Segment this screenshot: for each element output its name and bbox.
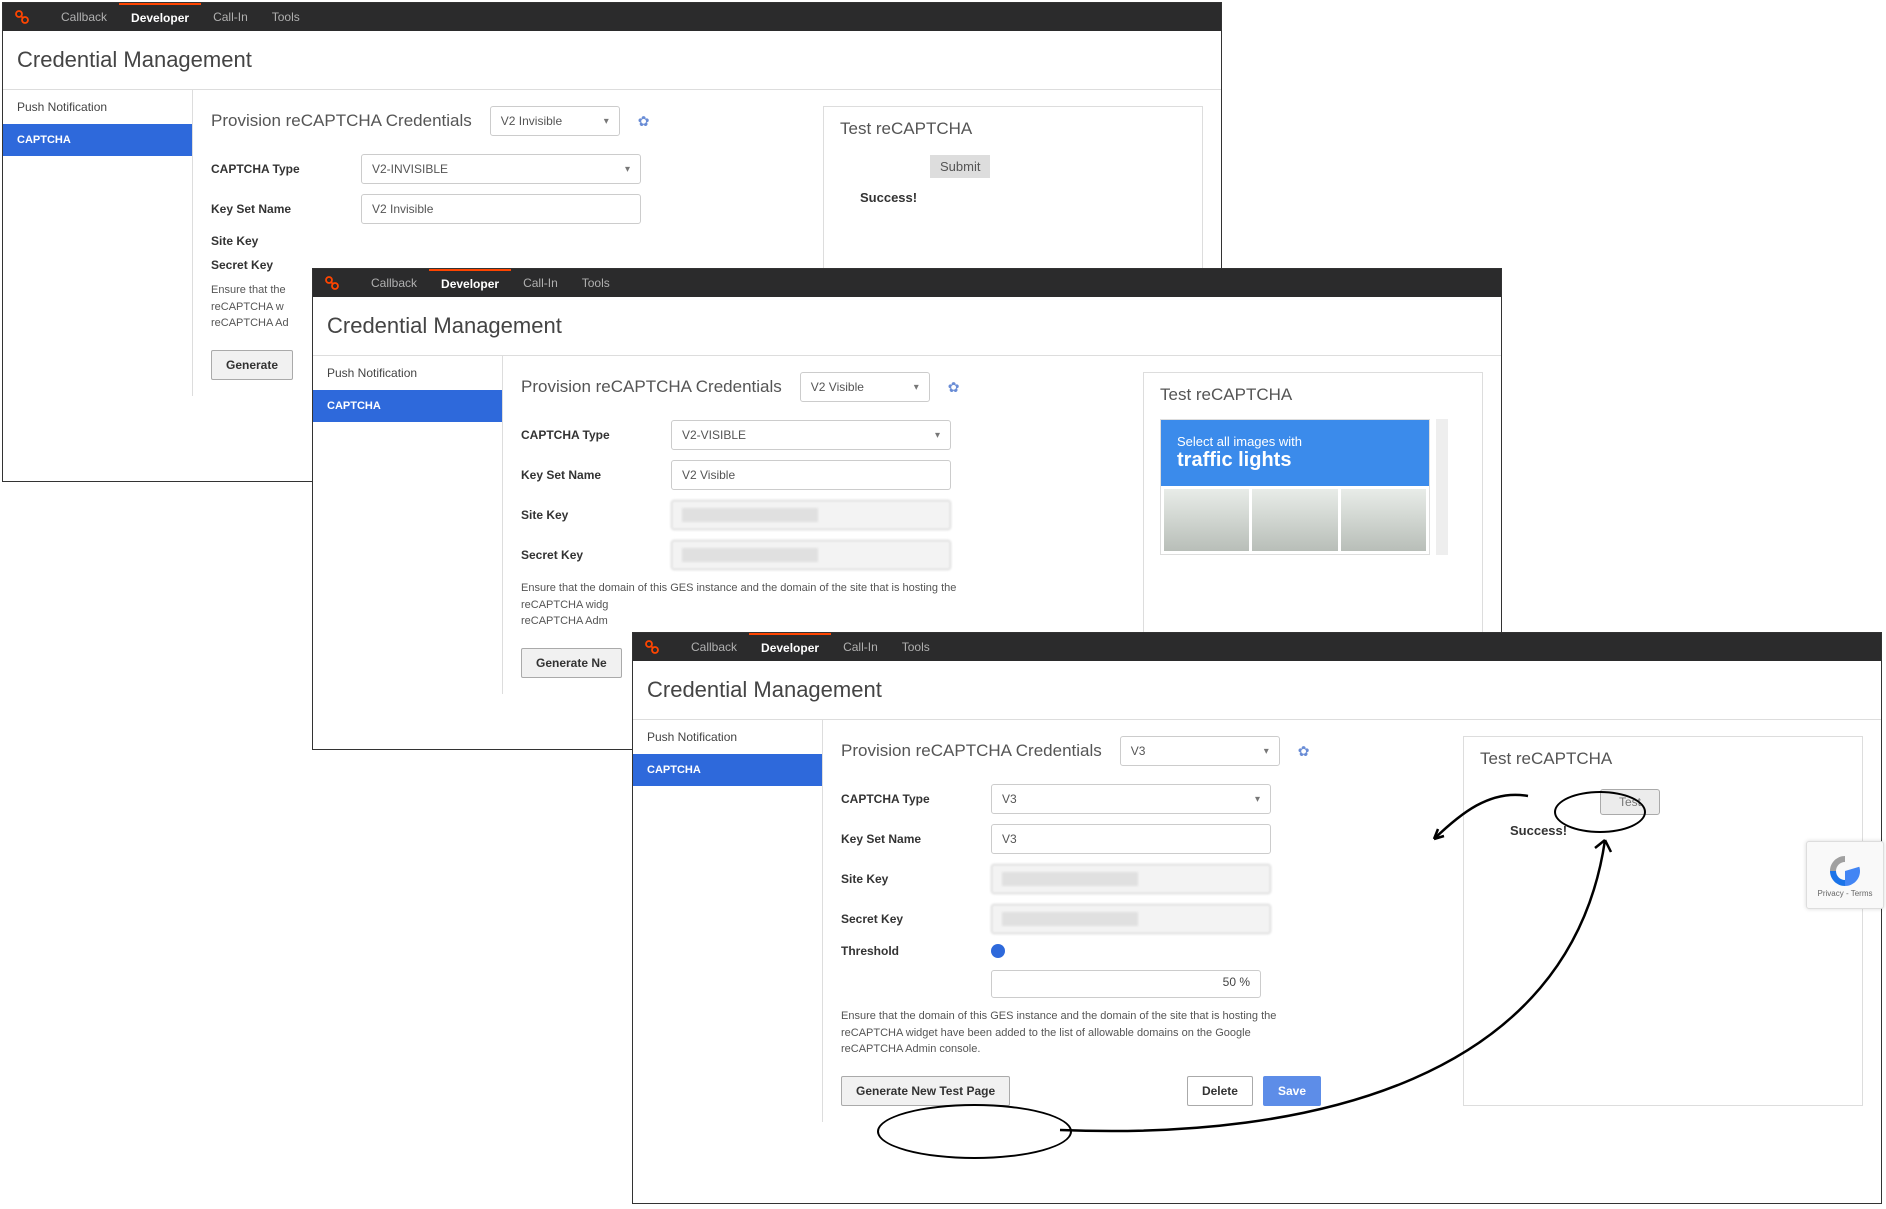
credential-select-value: V3 bbox=[1131, 744, 1146, 758]
nav-tools[interactable]: Tools bbox=[890, 633, 942, 661]
add-credential-icon[interactable]: ✿ bbox=[948, 379, 960, 396]
submit-button[interactable]: Submit bbox=[930, 155, 990, 178]
page-title: Credential Management bbox=[3, 31, 1221, 89]
domain-note: Ensure that the domain of this GES insta… bbox=[841, 1008, 1311, 1058]
add-credential-icon[interactable]: ✿ bbox=[1298, 743, 1310, 760]
chevron-down-icon: ▾ bbox=[1264, 746, 1269, 757]
sidebar-item-captcha[interactable]: CAPTCHA bbox=[633, 754, 822, 786]
nav-developer[interactable]: Developer bbox=[749, 633, 831, 661]
recaptcha-badge-text: Privacy - Terms bbox=[1818, 889, 1873, 898]
credential-select-value: V2 Visible bbox=[811, 380, 864, 394]
sidebar-item-push[interactable]: Push Notification bbox=[313, 356, 502, 390]
sidebar-item-push[interactable]: Push Notification bbox=[3, 90, 192, 124]
page-title: Credential Management bbox=[313, 297, 1501, 355]
top-nav: Callback Developer Call-In Tools bbox=[3, 3, 1221, 31]
genesys-logo-icon bbox=[643, 638, 661, 656]
add-credential-icon[interactable]: ✿ bbox=[638, 113, 650, 130]
sitekey-input[interactable] bbox=[991, 864, 1271, 894]
sidebar: Push Notification CAPTCHA bbox=[633, 720, 823, 1122]
keyset-input[interactable] bbox=[991, 824, 1271, 854]
nav-callin[interactable]: Call-In bbox=[201, 3, 260, 31]
success-text: Success! bbox=[1510, 823, 1567, 838]
chevron-down-icon: ▾ bbox=[935, 430, 940, 441]
secretkey-input[interactable] bbox=[991, 904, 1271, 934]
recaptcha-badge[interactable]: Privacy - Terms bbox=[1806, 841, 1884, 909]
challenge-tile[interactable] bbox=[1252, 489, 1337, 551]
keyset-input[interactable] bbox=[361, 194, 641, 224]
keyset-label: Key Set Name bbox=[211, 202, 361, 216]
credential-select[interactable]: V2 Invisible ▾ bbox=[490, 106, 620, 136]
sidebar: Push Notification CAPTCHA bbox=[3, 90, 193, 396]
top-nav: Callback Developer Call-In Tools bbox=[313, 269, 1501, 297]
captcha-type-label: CAPTCHA Type bbox=[521, 428, 671, 442]
nav-callin[interactable]: Call-In bbox=[831, 633, 890, 661]
secretkey-input[interactable] bbox=[671, 540, 951, 570]
challenge-tile[interactable] bbox=[1341, 489, 1426, 551]
test-button[interactable]: Test bbox=[1600, 789, 1660, 815]
chevron-down-icon: ▾ bbox=[1255, 794, 1260, 805]
chevron-down-icon: ▾ bbox=[914, 382, 919, 393]
provision-title: Provision reCAPTCHA Credentials bbox=[841, 741, 1102, 761]
genesys-logo-icon bbox=[323, 274, 341, 292]
window-v3: Callback Developer Call-In Tools Credent… bbox=[632, 632, 1882, 1204]
generate-button[interactable]: Generate bbox=[211, 350, 293, 380]
captcha-type-label: CAPTCHA Type bbox=[841, 792, 991, 806]
credential-select[interactable]: V3 ▾ bbox=[1120, 736, 1280, 766]
nav-callin[interactable]: Call-In bbox=[511, 269, 570, 297]
chevron-down-icon: ▾ bbox=[604, 116, 609, 127]
chevron-down-icon: ▾ bbox=[625, 164, 630, 175]
keyset-label: Key Set Name bbox=[521, 468, 671, 482]
test-title: Test reCAPTCHA bbox=[1160, 385, 1466, 405]
credential-select-value: V2 Invisible bbox=[501, 114, 562, 128]
nav-developer[interactable]: Developer bbox=[119, 3, 201, 31]
sidebar-item-push[interactable]: Push Notification bbox=[633, 720, 822, 754]
scrollbar[interactable] bbox=[1436, 419, 1448, 555]
threshold-label: Threshold bbox=[841, 944, 991, 958]
sidebar-item-captcha[interactable]: CAPTCHA bbox=[313, 390, 502, 422]
page-title: Credential Management bbox=[633, 661, 1881, 719]
nav-tools[interactable]: Tools bbox=[570, 269, 622, 297]
test-title: Test reCAPTCHA bbox=[1480, 749, 1846, 769]
challenge-instruction: Select all images with bbox=[1177, 434, 1413, 449]
sitekey-label: Site Key bbox=[521, 508, 671, 522]
nav-developer[interactable]: Developer bbox=[429, 269, 511, 297]
secretkey-label: Secret Key bbox=[841, 912, 991, 926]
generate-button[interactable]: Generate New Test Page bbox=[841, 1076, 1010, 1106]
credential-select[interactable]: V2 Visible ▾ bbox=[800, 372, 930, 402]
captcha-type-select[interactable]: V3 ▾ bbox=[991, 784, 1271, 814]
threshold-value: 50 % bbox=[991, 970, 1261, 998]
sitekey-input[interactable] bbox=[671, 500, 951, 530]
sidebar: Push Notification CAPTCHA bbox=[313, 356, 503, 694]
provision-title: Provision reCAPTCHA Credentials bbox=[521, 377, 782, 397]
sitekey-label: Site Key bbox=[841, 872, 991, 886]
captcha-type-select[interactable]: V2-VISIBLE ▾ bbox=[671, 420, 951, 450]
keyset-input[interactable] bbox=[671, 460, 951, 490]
captcha-type-select[interactable]: V2-INVISIBLE ▾ bbox=[361, 154, 641, 184]
captcha-type-label: CAPTCHA Type bbox=[211, 162, 361, 176]
test-panel: Test reCAPTCHA Test Success! bbox=[1463, 736, 1863, 1106]
test-title: Test reCAPTCHA bbox=[840, 119, 1186, 139]
secretkey-label: Secret Key bbox=[521, 548, 671, 562]
nav-callback[interactable]: Callback bbox=[679, 633, 749, 661]
nav-tools[interactable]: Tools bbox=[260, 3, 312, 31]
success-text: Success! bbox=[860, 190, 1186, 205]
recaptcha-challenge[interactable]: Select all images with traffic lights bbox=[1160, 419, 1430, 555]
keyset-label: Key Set Name bbox=[841, 832, 991, 846]
provision-title: Provision reCAPTCHA Credentials bbox=[211, 111, 472, 131]
nav-callback[interactable]: Callback bbox=[49, 3, 119, 31]
challenge-target: traffic lights bbox=[1177, 449, 1413, 472]
save-button[interactable]: Save bbox=[1263, 1076, 1321, 1106]
domain-note: Ensure that the domain of this GES insta… bbox=[521, 580, 991, 630]
delete-button[interactable]: Delete bbox=[1187, 1076, 1253, 1106]
top-nav: Callback Developer Call-In Tools bbox=[633, 633, 1881, 661]
challenge-tile[interactable] bbox=[1164, 489, 1249, 551]
nav-callback[interactable]: Callback bbox=[359, 269, 429, 297]
sidebar-item-captcha[interactable]: CAPTCHA bbox=[3, 124, 192, 156]
genesys-logo-icon bbox=[13, 8, 31, 26]
sitekey-label: Site Key bbox=[211, 234, 361, 248]
threshold-slider[interactable] bbox=[991, 944, 1261, 964]
generate-button[interactable]: Generate Ne bbox=[521, 648, 622, 678]
